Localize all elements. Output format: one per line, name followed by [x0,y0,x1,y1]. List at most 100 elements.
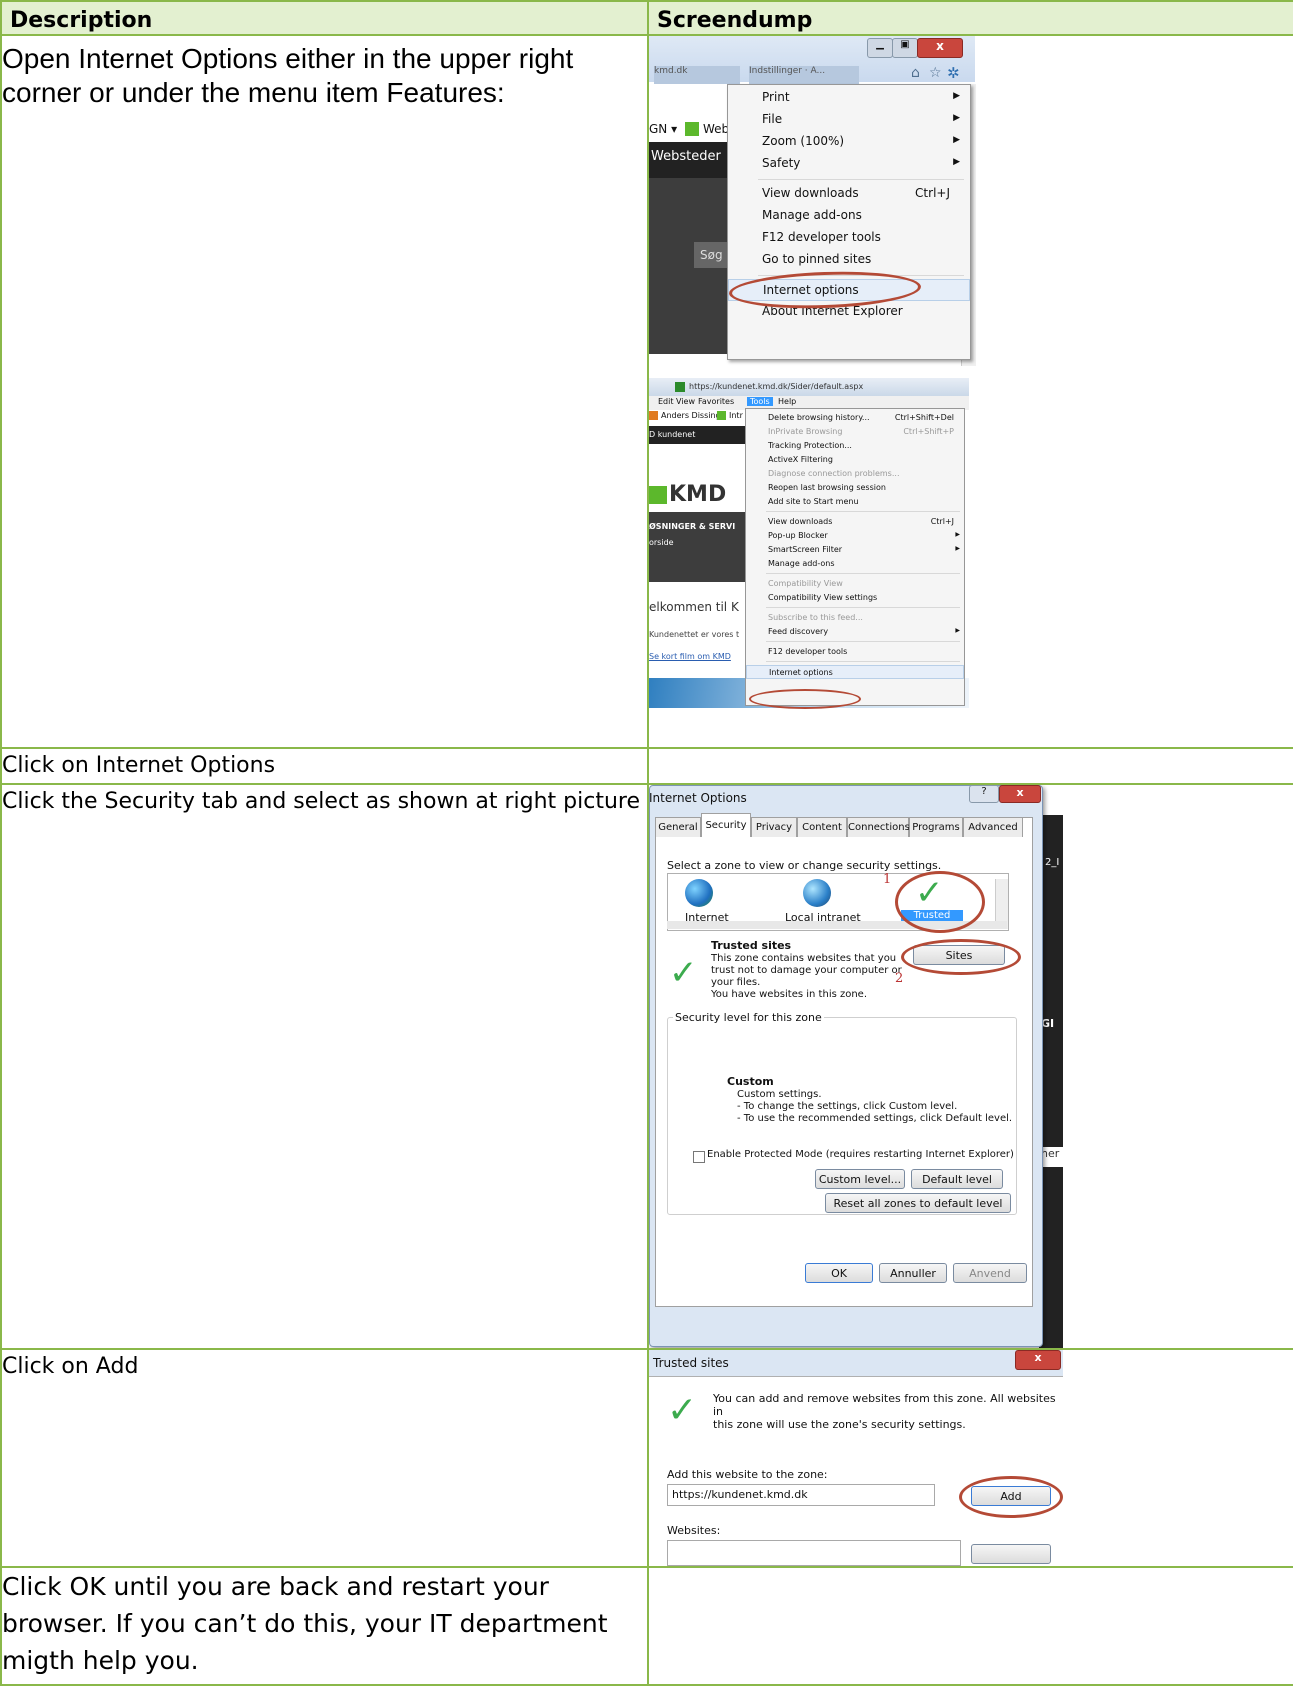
default-level-button[interactable]: Default level [911,1169,1003,1189]
menu-item[interactable]: Go to pinned sites [728,249,970,271]
gear-icon[interactable]: ✲ [947,64,960,82]
step-1-description: Open Internet Options either in the uppe… [0,34,649,749]
tools-menu-label: Diagnose connection problems... [768,469,900,478]
home-icon[interactable]: ⌂ [911,65,920,81]
menu-item-label: View downloads [762,186,859,200]
menu-item[interactable]: Print ▶ [728,87,970,109]
tools-menu-item[interactable]: Feed discovery ▶ [746,625,964,639]
cancel-button[interactable]: Annuller [879,1263,947,1283]
info-line: this zone will use the zone's security s… [713,1418,966,1431]
internet-zone-icon[interactable] [685,879,713,907]
menu-item[interactable]: Zoom (100%) ▶ [728,131,970,153]
tools-menu-item: Subscribe to this feed... [746,611,964,625]
tab-connections[interactable]: Connections [847,817,910,837]
tools-menu-item[interactable]: ActiveX Filtering [746,453,964,467]
protected-mode-checkbox[interactable] [693,1151,705,1163]
fav-2[interactable]: Intr [729,411,743,420]
tab-general[interactable]: General [655,817,701,837]
tools-menu-item[interactable]: Pop-up Blocker ▶ [746,529,964,543]
protected-mode-label[interactable]: Enable Protected Mode (requires restarti… [707,1149,1014,1160]
zone-description: This zone contains websites that you trus… [711,953,902,1001]
step-4-screenshot: Trusted sites x ✓ You can add and remove… [647,1348,1293,1568]
tools-menu-item[interactable]: Tracking Protection... [746,439,964,453]
intranet-zone-icon[interactable] [803,879,831,907]
tools-menu-item[interactable]: View downloads Ctrl+J [746,515,964,529]
submenu-arrow-icon: ▶ [955,545,960,552]
kmd-logo-mark [650,486,667,504]
menu-item[interactable]: File ▶ [728,109,970,131]
add-label: Add this website to the zone: [667,1468,828,1481]
tools-menu-label: Delete browsing history... [768,413,870,422]
step-5-description: Click OK until you are back and restart … [0,1566,649,1686]
tools-menu-item[interactable]: Internet options [746,665,964,679]
custom-level-button[interactable]: Custom level... [815,1169,905,1189]
menu-item[interactable]: F12 developer tools [728,227,970,249]
kmd-logo: KMD [669,482,727,507]
zone-prompt: Select a zone to view or change security… [667,859,942,872]
address-url[interactable]: https://kundenet.kmd.dk/Sider/default.as… [689,382,863,391]
menu-separator [766,573,960,574]
menubar-help[interactable]: Help [775,397,799,406]
menu-item[interactable]: Safety ▶ [728,153,970,175]
tab-security[interactable]: Security [701,813,751,837]
film-link[interactable]: Se kort film om KMD [650,652,731,661]
fav-1[interactable]: Anders Dissing [661,411,721,420]
tools-menu-label: Compatibility View settings [768,593,878,602]
reset-zones-button[interactable]: Reset all zones to default level [825,1193,1011,1213]
zone-description-line: trust not to damage your computer or [711,965,902,976]
tools-menu-item[interactable]: Add site to Start menu [746,495,964,509]
add-ellipse [959,1476,1063,1518]
tools-menu-item[interactable]: Compatibility View settings [746,591,964,605]
close-icon[interactable]: x [917,38,963,58]
tools-menu-label: Reopen last browsing session [768,483,886,492]
menu-item-label: F12 developer tools [762,230,881,244]
menubar-tools[interactable]: Tools [747,397,773,406]
tools-menu-label: Internet options [769,668,833,677]
strapline: ØSNINGER & SERVI [649,522,736,531]
tools-menu-item[interactable]: Reopen last browsing session [746,481,964,495]
tools-menu-item[interactable]: Manage add-ons [746,557,964,571]
maximize-button[interactable]: ▣ [892,38,918,58]
tab-content[interactable]: Content [797,817,847,837]
apply-button[interactable]: Anvend [953,1263,1027,1283]
tools-dropdown-menu: Delete browsing history... Ctrl+Shift+Del… [745,408,965,706]
step-row-2: Click on Internet Options [0,747,1293,785]
minimize-button[interactable]: ▁ [867,38,893,58]
tools-menu-item[interactable]: Delete browsing history... Ctrl+Shift+Del [746,411,964,425]
header-row: Description Screendump [0,0,1293,36]
tools-menu-label: F12 developer tools [768,647,848,656]
tools-menu-label: Add site to Start menu [768,497,859,506]
dialog-title: Internet Options [649,791,747,805]
tab-advanced[interactable]: Advanced [963,817,1023,837]
menubar-favorites[interactable]: Favorites [695,397,737,406]
websites-list[interactable] [667,1540,961,1565]
close-icon[interactable]: x [1015,1351,1061,1370]
menu-item-label: Go to pinned sites [762,252,872,266]
menu-separator [758,179,964,180]
step-4-description: Click on Add [0,1348,649,1568]
menu-item[interactable]: View downloads Ctrl+J [728,183,970,205]
custom-description: Custom settings. - To change the settings… [737,1089,1012,1125]
favorites-bar: Anders Dissing Intr [650,411,745,423]
tab-programs[interactable]: Programs [909,817,963,837]
remove-button[interactable] [971,1544,1051,1564]
trusted-sites-dialog-screenshot: Trusted sites x ✓ You can add and remove… [650,1351,1063,1565]
tab-privacy[interactable]: Privacy [751,817,797,837]
menu-item-label: Print [762,90,790,104]
menu-item[interactable]: Manage add-ons [728,205,970,227]
tools-menu-item[interactable]: SmartScreen Filter ▶ [746,543,964,557]
body-text: Kundenettet er vores t [649,630,740,639]
tools-menu-item[interactable]: F12 developer tools [746,645,964,659]
websites-label: Websites: [667,1524,721,1537]
browser-tab-1[interactable]: kmd.dk [654,66,740,84]
website-url-input[interactable]: https://kundenet.kmd.dk [667,1484,935,1506]
forside-link[interactable]: orside [650,538,674,547]
help-button[interactable]: ? [969,786,999,803]
close-icon[interactable]: x [999,786,1041,803]
background-text-3: ner [1041,1147,1063,1167]
browser-tab-2[interactable]: Indstillinger · A... [749,66,859,84]
menu-separator [766,607,960,608]
ok-button[interactable]: OK [805,1263,873,1283]
favorites-star-icon[interactable]: ☆ [929,65,942,81]
zone-description-line: your files. [711,977,761,988]
